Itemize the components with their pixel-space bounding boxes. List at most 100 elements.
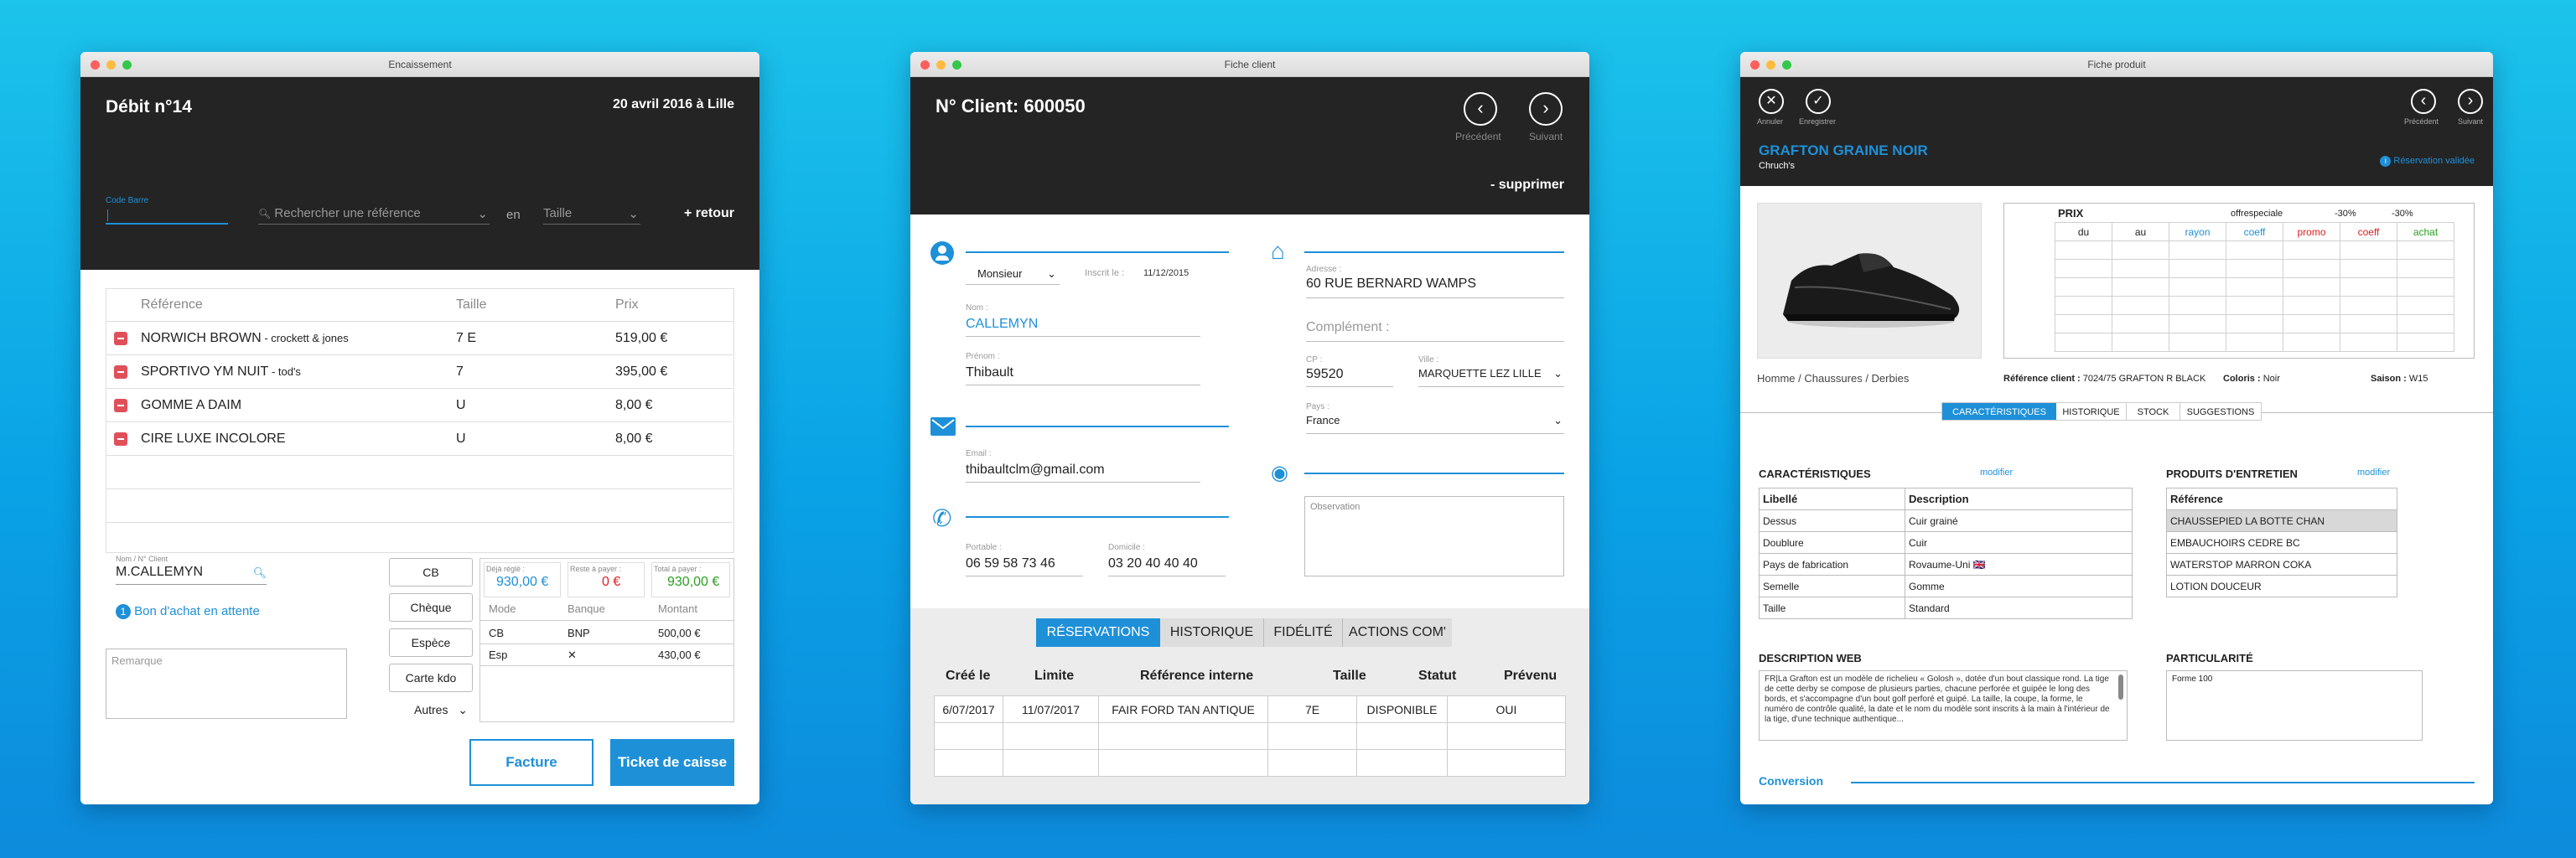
search-icon[interactable]: 🔍︎ [252,566,267,580]
civilite-select[interactable]: Monsieur ⌄ [966,263,1060,285]
table-row[interactable]: Pays de fabrication Rovaume-Uni 🇬🇧 [1759,553,2133,576]
carte-kdo-button[interactable]: Carte kdo [389,664,473,692]
facture-button[interactable]: Facture [469,739,593,786]
remove-icon[interactable] [114,398,127,412]
minimize-dot[interactable] [1766,60,1775,70]
adresse-input[interactable]: 60 RUE BERNARD WAMPS [1306,277,1564,298]
tab-historique[interactable]: HISTORIQUE [2056,403,2127,420]
minimize-dot[interactable] [106,60,116,70]
tab-suggestions[interactable]: SUGGESTIONS [2180,403,2261,420]
pay-row[interactable]: CB BNP 500,00 € [480,623,733,644]
category-breadcrumb: Homme / Chaussures / Derbies [1757,372,1910,385]
cheque-button[interactable]: Chèque [389,593,473,622]
pay-header: Mode Banque Montant [480,602,733,621]
code-barre-input[interactable] [106,206,228,225]
table-row[interactable]: GOMME A DAIM U 8,00 € [106,389,733,422]
table-row[interactable]: EMBAUCHOIRS CEDRE BC [2166,531,2397,554]
pay-row[interactable]: Esp ✕ 430,00 € [480,644,733,666]
table-row[interactable]: WATERSTOP MARRON COKA [2166,553,2397,576]
ville-select[interactable]: MARQUETTE LEZ LILLE ⌄ [1418,367,1564,387]
table-row[interactable]: CHAUSSEPIED LA BOTTE CHAN [2166,509,2397,532]
close-dot[interactable] [920,60,930,70]
check-icon[interactable]: ✓ [1806,89,1831,114]
price-row[interactable] [2055,314,2454,333]
client-label: Nom / N° Client [116,555,168,563]
description-textarea[interactable]: FR|La Grafton est un modèle de richelieu… [1759,670,2128,741]
nom-input[interactable]: CALLEMYN [966,317,1200,337]
zoom-dot[interactable] [122,60,132,70]
chevron-right-icon[interactable]: › [2458,89,2483,114]
search-input[interactable]: 🔍︎ Rechercher une référence ⌄ [258,206,490,225]
close-dot[interactable] [1750,60,1760,70]
minimize-dot[interactable] [936,60,946,70]
remove-icon[interactable] [114,364,127,379]
chevron-left-icon[interactable]: ‹ [1464,92,1497,126]
close-dot[interactable] [91,60,100,70]
carac-header: Libellé Description [1759,488,2133,510]
price-row[interactable] [2055,259,2454,278]
domicile-input[interactable]: 03 20 40 40 40 [1108,556,1226,576]
section-divider [1304,473,1564,474]
cancel-icon[interactable]: ✕ [1759,89,1784,114]
tab-fidelite[interactable]: FIDÉLITÉ [1264,618,1343,647]
supprimer-button[interactable]: - supprimer [1490,178,1564,193]
portable-input[interactable]: 06 59 58 73 46 [966,556,1083,576]
observation-textarea[interactable]: Observation [1304,496,1564,576]
table-row[interactable]: Dessus Cuir grainé [1759,509,2133,532]
chevron-left-icon[interactable]: ‹ [2411,89,2436,114]
cb-button[interactable]: CB [389,558,473,587]
table-row[interactable]: Taille Standard [1759,597,2133,619]
pays-label: Pays : [1306,402,1329,411]
desc-title: DESCRIPTION WEB [1759,652,1862,664]
tab-historique[interactable]: HISTORIQUE [1160,618,1264,647]
coloris: Coloris : Noir [2223,374,2280,384]
page-title: N° Client: 600050 [936,96,1086,116]
home-icon: ⌂ [1271,238,1285,264]
modifier-link[interactable]: modifier [1980,468,2013,478]
price-row[interactable] [2055,296,2454,315]
table-row[interactable]: CIRE LUXE INCOLORE U 8,00 € [106,422,733,456]
tab-caracteristiques[interactable]: CARACTÉRISTIQUES [1942,403,2056,420]
bon-achat-link[interactable]: 1 Bon d'achat en attente [116,604,260,619]
empty-row [934,749,1566,777]
espece-button[interactable]: Espèce [389,628,473,657]
taille-select[interactable]: Taille ⌄ [543,206,640,225]
table-row[interactable]: 6/07/2017 11/07/2017 FAIR FORD TAN ANTIQUE… [934,695,1566,723]
remarque-textarea[interactable]: Remarque [106,649,347,719]
cp-label: CP : [1306,355,1323,364]
remove-icon[interactable] [114,331,127,345]
total-box: Total à payer :930,00 € [651,562,730,597]
particularite-textarea[interactable]: Forme 100 [2166,670,2423,741]
tab-reservations[interactable]: RÉSERVATIONS [1036,618,1160,647]
table-row[interactable]: SPORTIVO YM NUIT - tod's 7 395,00 € [106,355,733,389]
window-title: Encaissement [388,59,452,70]
price-row[interactable] [2055,277,2454,297]
table-row[interactable]: Semelle Gomme [1759,575,2133,597]
tab-actions-com[interactable]: ACTIONS COM' [1343,618,1452,647]
tab-stock[interactable]: STOCK [2127,403,2180,420]
entretien-header: Référence [2166,488,2397,510]
complement-input[interactable]: Complément : [1306,320,1564,342]
client-input[interactable]: M.CALLEMYN 🔍︎ [116,565,267,585]
table-row[interactable]: NORWICH BROWN - crockett & jones 7 E 519,0… [106,322,733,355]
modifier-link[interactable]: modifier [2357,468,2390,478]
prix-label: PRIX [2058,207,2084,220]
zoom-dot[interactable] [1782,60,1791,70]
retour-button[interactable]: + retour [684,206,734,221]
pays-select[interactable]: France ⌄ [1306,414,1564,434]
prenom-input[interactable]: Thibault [966,365,1200,385]
ticket-button[interactable]: Ticket de caisse [610,739,734,786]
info-icon: i [2380,156,2392,167]
table-row[interactable]: LOTION DOUCEUR [2166,575,2397,597]
email-input[interactable]: thibaultclm@gmail.com [966,463,1200,483]
scrollbar[interactable] [2118,675,2123,700]
price-row[interactable] [2055,240,2454,260]
table-row[interactable]: Doublure Cuir [1759,531,2133,554]
remove-icon[interactable] [114,432,127,446]
cp-input[interactable]: 59520 [1306,367,1393,387]
price-row[interactable] [2055,333,2454,352]
autres-select[interactable]: Autres ⌄ [389,697,473,722]
zoom-dot[interactable] [952,60,961,70]
chevron-right-icon[interactable]: › [1529,92,1563,126]
reservations-table: 6/07/2017 11/07/2017 FAIR FORD TAN ANTIQUE… [934,695,1566,777]
